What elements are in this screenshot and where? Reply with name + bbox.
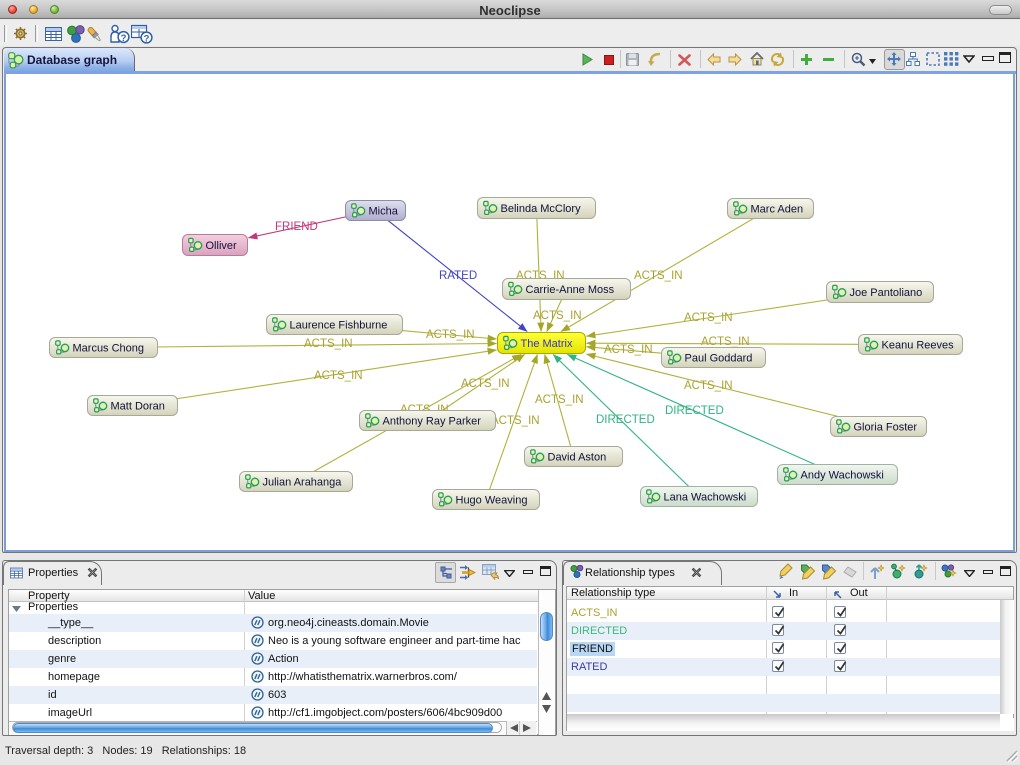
svg-text:David Aston: David Aston [548, 452, 607, 464]
svg-text:Paul Goddard: Paul Goddard [685, 353, 753, 365]
svg-text:Micha: Micha [369, 206, 399, 218]
svg-text:ACTS_IN: ACTS_IN [535, 394, 584, 406]
svg-text:ACTS_IN: ACTS_IN [604, 344, 653, 356]
svg-text:Laurence Fishburne: Laurence Fishburne [290, 320, 388, 332]
svg-text:The Matrix: The Matrix [521, 338, 573, 350]
svg-text:Anthony Ray Parker: Anthony Ray Parker [383, 416, 482, 428]
svg-text:?: ? [121, 33, 127, 44]
svg-text:Matt Doran: Matt Doran [111, 401, 165, 413]
svg-text:Marc Aden: Marc Aden [751, 204, 804, 216]
svg-text:ACTS_IN: ACTS_IN [684, 312, 733, 324]
svg-text:ACTS_IN: ACTS_IN [491, 415, 540, 427]
svg-text:Gloria Foster: Gloria Foster [854, 422, 918, 434]
svg-text:ACTS_IN: ACTS_IN [701, 336, 750, 348]
svg-text:Andy Wachowski: Andy Wachowski [801, 470, 884, 482]
svg-text:Marcus Chong: Marcus Chong [73, 343, 145, 355]
svg-text:ACTS_IN: ACTS_IN [684, 380, 733, 392]
svg-text:Joe Pantoliano: Joe Pantoliano [850, 287, 923, 299]
svg-text:DIRECTED: DIRECTED [596, 414, 655, 426]
svg-text:ACTS_IN: ACTS_IN [634, 270, 683, 282]
svg-text:Olliver: Olliver [206, 240, 238, 252]
svg-text:Julian Arahanga: Julian Arahanga [263, 477, 343, 489]
svg-text:Carrie-Anne Moss: Carrie-Anne Moss [526, 284, 615, 296]
svg-text:RATED: RATED [439, 270, 477, 282]
svg-text:ACTS_IN: ACTS_IN [304, 338, 353, 350]
svg-text:DIRECTED: DIRECTED [665, 405, 724, 417]
svg-text:ACTS_IN: ACTS_IN [533, 310, 582, 322]
svg-text:ACTS_IN: ACTS_IN [314, 370, 363, 382]
svg-text:Hugo Weaving: Hugo Weaving [456, 495, 528, 507]
svg-text:Lana Wachowski: Lana Wachowski [664, 492, 747, 504]
svg-text:ACTS_IN: ACTS_IN [461, 378, 510, 390]
svg-text:FRIEND: FRIEND [275, 221, 318, 233]
svg-text:Belinda McClory: Belinda McClory [501, 203, 582, 215]
svg-text:ACTS_IN: ACTS_IN [426, 329, 475, 341]
svg-text:?: ? [144, 33, 150, 44]
svg-text:Keanu Reeves: Keanu Reeves [882, 340, 955, 352]
